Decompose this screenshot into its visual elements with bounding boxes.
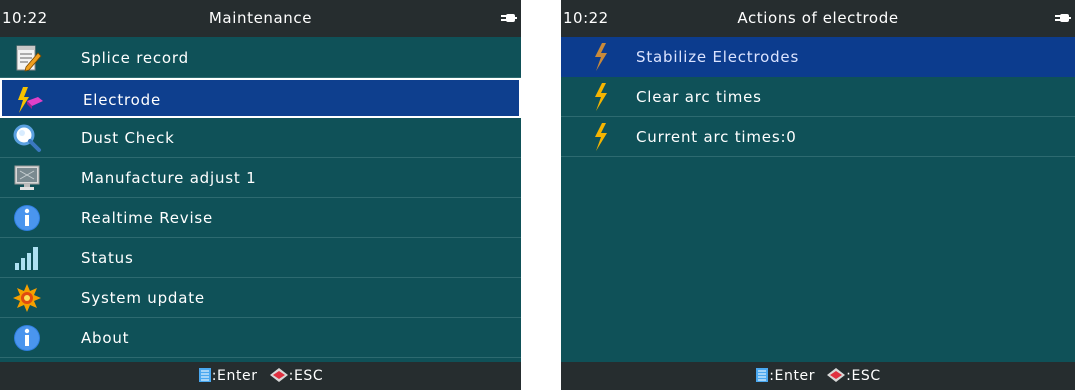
key-hint-bar: :Enter :ESC xyxy=(561,362,1075,390)
enter-key-icon xyxy=(198,368,211,382)
notepad-pencil-icon xyxy=(16,45,42,72)
menu-item-about[interactable]: About xyxy=(0,318,521,358)
lightning-icon xyxy=(595,123,607,151)
lightning-icon xyxy=(595,43,607,71)
status-bar: 10:22 Actions of electrode xyxy=(561,0,1075,37)
menu-item-label: Realtime Revise xyxy=(81,209,214,227)
action-label: Stabilize Electrodes xyxy=(636,48,800,66)
action-label: Clear arc times xyxy=(636,88,762,106)
menu-item-realtime-revise[interactable]: Realtime Revise xyxy=(0,198,521,238)
gear-burst-icon xyxy=(13,284,41,312)
menu-item-dust-check[interactable]: Dust Check xyxy=(0,118,521,158)
menu-item-label: Status xyxy=(81,249,134,267)
menu-item-label: System update xyxy=(81,289,205,307)
power-plug-icon xyxy=(501,14,517,22)
monitor-icon xyxy=(14,165,40,190)
info-icon xyxy=(14,325,40,351)
menu-item-label: Splice record xyxy=(81,49,189,67)
menu-item-label: Dust Check xyxy=(81,129,175,147)
screen-title: Actions of electrode xyxy=(737,9,899,27)
electrode-actions-screen: 10:22 Actions of electrode Stabilize Ele… xyxy=(561,0,1075,390)
signal-bars-icon xyxy=(15,247,38,270)
esc-key-icon xyxy=(827,368,846,382)
menu-item-label: Manufacture adjust 1 xyxy=(81,169,257,187)
info-icon xyxy=(14,205,40,231)
lightning-icon xyxy=(595,83,607,111)
action-label: Current arc times:0 xyxy=(636,128,797,146)
esc-key-icon xyxy=(269,368,288,382)
action-stabilize-electrodes[interactable]: Stabilize Electrodes xyxy=(561,37,1075,77)
menu-item-splice-record[interactable]: Splice record xyxy=(0,38,521,78)
enter-hint: :Enter xyxy=(769,368,816,384)
maintenance-screen: 10:22 Maintenance Splice record Electrod… xyxy=(0,0,521,390)
enter-key-icon xyxy=(756,368,769,382)
esc-hint: :ESC xyxy=(288,368,324,384)
enter-hint: :Enter xyxy=(211,368,258,384)
action-current-arc-times[interactable]: Current arc times:0 xyxy=(561,117,1075,157)
action-clear-arc-times[interactable]: Clear arc times xyxy=(561,77,1075,117)
esc-hint: :ESC xyxy=(846,368,881,384)
lightning-eraser-icon xyxy=(18,87,43,113)
menu-item-electrode[interactable]: Electrode xyxy=(0,78,521,118)
menu-item-label: About xyxy=(81,329,130,347)
status-bar: 10:22 Maintenance xyxy=(0,0,521,37)
menu-item-status[interactable]: Status xyxy=(0,238,521,278)
menu-item-label: Electrode xyxy=(83,91,161,109)
menu-item-system-update[interactable]: System update xyxy=(0,278,521,318)
key-hint-bar: :Enter :ESC xyxy=(0,362,521,390)
power-plug-icon xyxy=(1055,14,1071,22)
screen-title: Maintenance xyxy=(208,9,313,27)
menu-item-manufacture-adjust[interactable]: Manufacture adjust 1 xyxy=(0,158,521,198)
magnifier-icon xyxy=(13,124,41,152)
